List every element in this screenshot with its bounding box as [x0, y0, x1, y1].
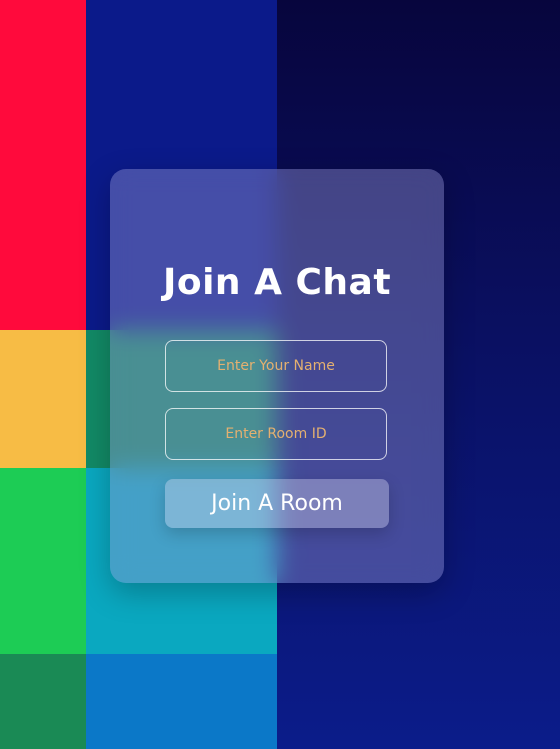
background-block-green [0, 468, 86, 654]
name-input[interactable] [165, 340, 387, 392]
room-id-input[interactable] [165, 408, 387, 460]
page-background: Join A Chat Join A Room [0, 0, 560, 749]
join-chat-title: Join A Chat [162, 262, 392, 303]
join-room-button[interactable]: Join A Room [165, 479, 389, 528]
background-block-yellow [0, 330, 86, 468]
background-block-sky [86, 654, 277, 749]
background-block-dark-green [0, 654, 86, 749]
